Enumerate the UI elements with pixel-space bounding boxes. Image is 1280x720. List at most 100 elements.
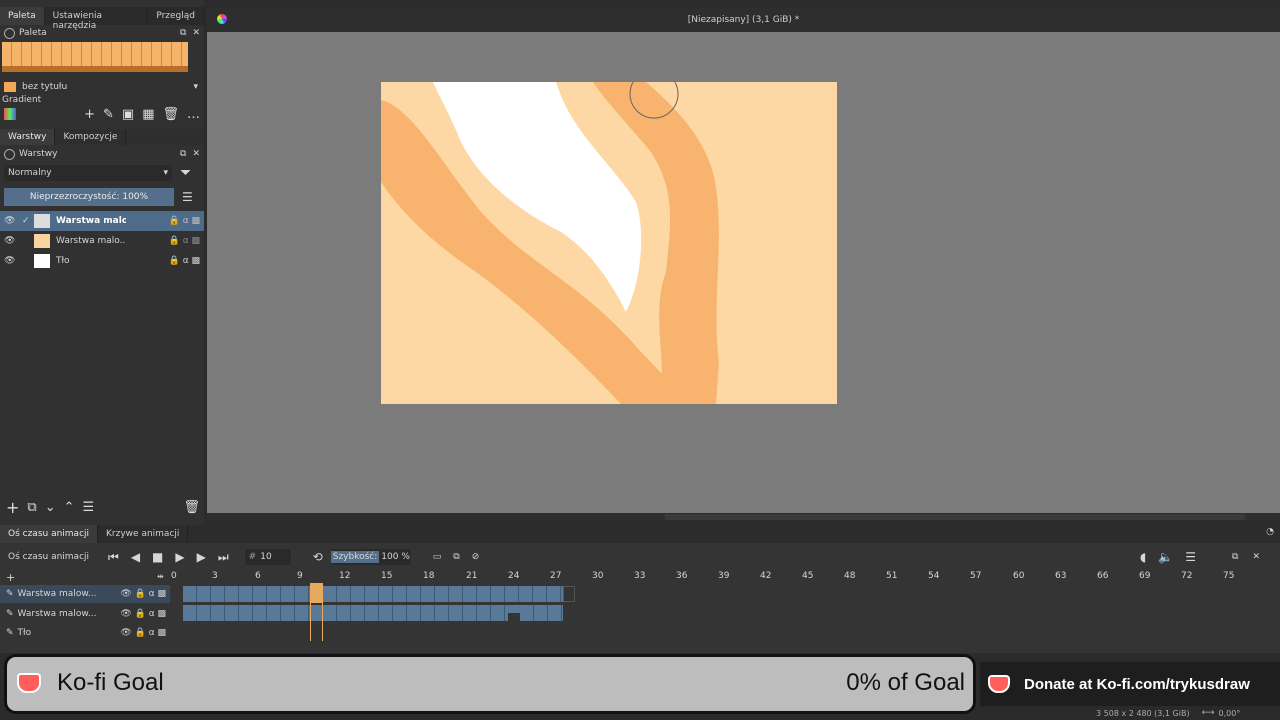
eye-icon[interactable]: 👁 [4,216,18,226]
animation-timeline-docker: Oś czasu animacji Krzywe animacji ◔ Oś c… [0,525,1280,653]
playhead-line [322,603,323,641]
timeline-layer-name: Warstwa malow... [17,609,97,619]
float-icon[interactable]: ⧉ [180,28,186,38]
pin-icon[interactable]: ✎ [6,589,14,599]
ruler-label: 36 [676,571,688,581]
current-frame-cell[interactable] [310,583,323,603]
close-icon[interactable]: ✕ [192,28,200,38]
rotation-icon[interactable]: ⟷ [1202,708,1215,718]
tab-tool-settings[interactable]: Ustawienia narzędzia [45,7,149,31]
ruler-label: 27 [550,571,562,581]
tab-layers[interactable]: Warstwy [0,129,56,145]
more-icon[interactable]: … [187,107,200,122]
menu-icon[interactable]: ☰ [182,190,193,204]
frames-row-2c[interactable] [520,605,563,621]
gradient-preview-icon[interactable] [4,108,16,120]
chevron-down-icon[interactable]: ▾ [193,82,198,92]
eye-icon[interactable]: 👁 [4,236,18,246]
filter-icon[interactable]: ⏷ [180,165,191,181]
layer-properties-icon[interactable]: ☰ [83,500,95,515]
delete-icon[interactable]: 🗑 [162,107,179,122]
float-icon[interactable]: ⧉ [180,149,186,159]
next-frame-icon[interactable]: ▶ [197,550,206,564]
ruler-label: 66 [1097,571,1109,581]
timeline-layer-props-icons[interactable]: 👁 🔒 α ▩ [120,628,166,638]
add-layer-icon[interactable]: + [6,498,19,517]
duplicate-layer-icon[interactable]: ⧉ [27,500,36,515]
pin-icon[interactable]: ✎ [6,628,14,638]
stop-icon[interactable]: ■ [152,550,163,564]
add-icon[interactable]: + [84,107,95,122]
frames-row-1-empty[interactable] [563,586,575,602]
opacity-row: Nieprzezroczystość: 100% ☰ [0,187,204,207]
timeline-layer-row[interactable]: ✎ Warstwa malow... 👁 🔒 α ▩ [0,605,170,623]
play-icon[interactable]: ▶ [175,550,184,564]
frame-spinbox[interactable]: # 10 [244,549,291,565]
last-frame-icon[interactable]: ⏭ [218,550,229,565]
tab-paleta[interactable]: Paleta [0,7,45,25]
close-icon[interactable]: ✕ [1252,552,1260,562]
layer-row[interactable]: 👁 ✓ Warstwa malo... 🔒 α ▩ [0,211,204,231]
tab-animation-curves[interactable]: Krzywe animacji [98,525,189,543]
speed-spinbox[interactable]: Szybkość: 100 % [330,549,411,565]
horizontal-scrollbar[interactable] [207,513,1280,521]
ruler-label: 3 [212,571,218,581]
timeline-layer-row[interactable]: ✎ Tło 👁 🔒 α ▩ [0,625,170,641]
timeline-layer-name: Warstwa malow... [17,589,97,599]
ruler-label: 63 [1055,571,1067,581]
layer-row[interactable]: 👁 Warstwa malo... 🔒 α ▩ [0,231,204,251]
frames-row-1[interactable] [183,586,563,602]
document-canvas[interactable] [381,82,837,404]
palette-swatches-row2[interactable] [2,66,188,72]
gradient-toolbar: + ✎ ▣ ▦ 🗑 … [0,105,204,123]
eye-icon[interactable]: 👁 [4,256,18,266]
delete-layer-icon[interactable]: 🗑 [183,500,200,515]
move-down-icon[interactable]: ⌄ [45,500,56,515]
layer-name: Warstwa malo... [56,236,126,246]
tab-compositions[interactable]: Kompozycje [55,129,127,145]
move-up-icon[interactable]: ⌃ [64,500,75,515]
layer-props-icons[interactable]: 🔒 α ▩ [169,256,200,266]
timeline-layer-row[interactable]: ✎ Warstwa malow... 👁 🔒 α ▩ [0,585,170,603]
timeline-ruler[interactable]: 0 3 6 9 12 15 18 21 24 27 30 33 36 39 42… [168,571,1258,583]
grid-icon[interactable]: ▦ [142,107,154,122]
layer-props-icons[interactable]: 🔒 α ▩ [169,236,200,246]
tab-overview[interactable]: Przegląd [148,7,204,25]
frames-row-2b[interactable] [508,605,520,613]
settings-icon[interactable]: ◔ [1266,527,1274,543]
timeline-layer-props-icons[interactable]: 👁 🔒 α ▩ [120,589,166,599]
layer-props-icons[interactable]: 🔒 α ▩ [169,216,200,226]
tab-animation-timeline[interactable]: Oś czasu animacji [0,525,99,543]
close-icon[interactable]: ✕ [192,149,200,159]
check-icon[interactable]: ✓ [22,216,34,226]
layers-bottom-toolbar: + ⧉ ⌄ ⌃ ☰ 🗑 [6,498,200,517]
pin-layers-icon[interactable]: ⇹ [157,572,164,581]
drop-frames-icon[interactable]: ⧉ [453,552,459,562]
loop-icon[interactable]: ⟲ [313,550,323,564]
scrollbar-thumb[interactable] [665,514,1245,520]
status-bar: 3 508 x 2 480 (3,1 GiB) ⟷ 0,00° [980,706,1280,720]
pin-icon[interactable]: ✎ [6,609,14,619]
opacity-slider[interactable]: Nieprzezroczystość: 100% [4,188,174,206]
edit-icon[interactable]: ✎ [103,107,114,122]
float-icon[interactable]: ⧉ [1232,552,1238,562]
ruler-label: 30 [592,571,604,581]
kofi-donate-banner[interactable]: Donate at Ko-fi.com/trykusdraw [980,662,1280,706]
menu-icon[interactable]: ☰ [1185,550,1196,564]
onion-skin-icon[interactable]: ▭ [433,552,442,562]
palette-swatches[interactable] [2,42,188,66]
first-frame-icon[interactable]: ⏮ [108,550,119,565]
previous-frame-icon[interactable]: ◀ [131,550,140,564]
save-icon[interactable]: ▣ [122,107,134,122]
add-timeline-layer-icon[interactable]: + [6,571,15,584]
no-cache-icon[interactable]: ⊘ [472,552,480,562]
ruler-label: 57 [970,571,982,581]
palette-name-row[interactable]: bez tytułu ▾ [0,80,204,94]
timeline-layer-props-icons[interactable]: 👁 🔒 α ▩ [120,609,166,619]
audio-icon[interactable]: ◖ [1140,550,1146,564]
volume-icon[interactable]: 🔈 [1158,550,1173,564]
layers-icon [4,148,15,160]
frames-row-2a[interactable] [183,605,508,621]
blend-mode-select[interactable]: Normalny ▾ [4,165,172,181]
layer-row[interactable]: 👁 Tło 🔒 α ▩ [0,251,204,271]
